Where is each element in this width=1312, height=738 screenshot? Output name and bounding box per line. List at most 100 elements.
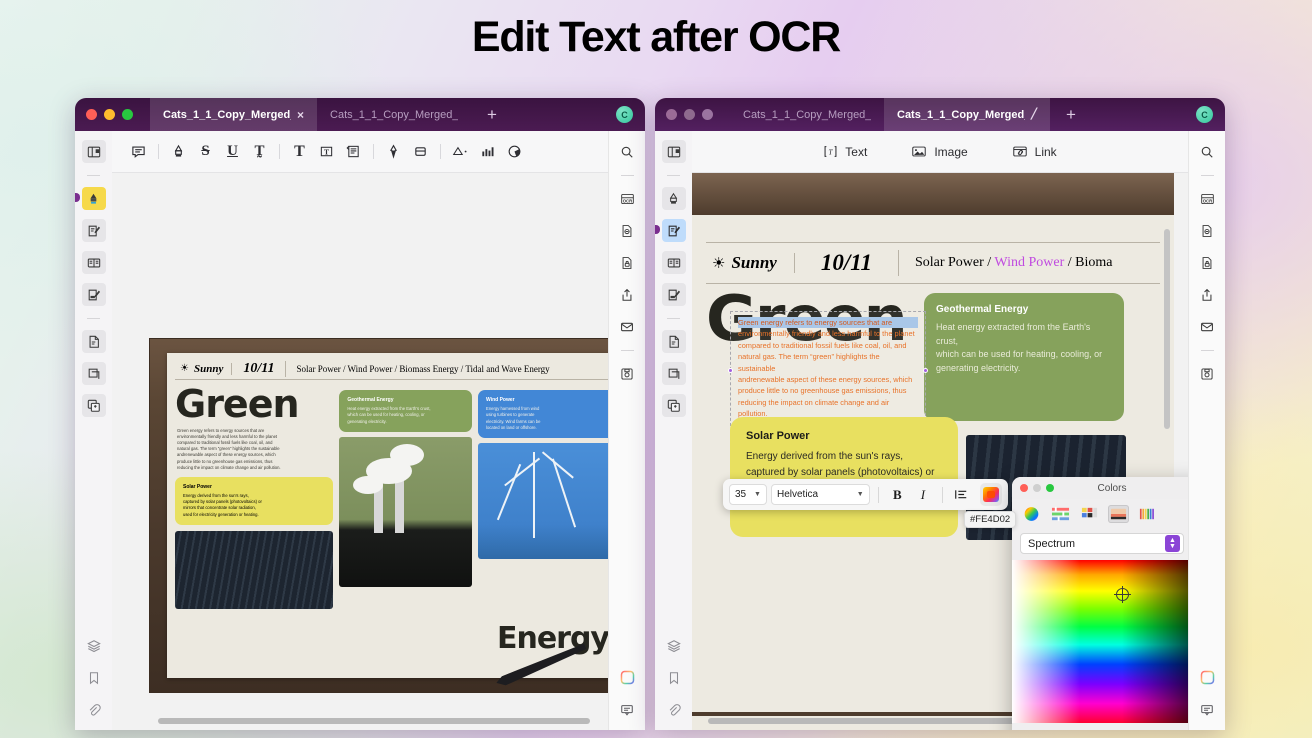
sidebar-item-thumbnail-panel[interactable] — [661, 140, 686, 163]
selected-text-block[interactable]: Green energy refers to energy sources th… — [728, 311, 928, 426]
new-tab-button[interactable]: + — [471, 98, 513, 131]
avatar[interactable]: C — [1196, 106, 1213, 123]
window-controls[interactable] — [75, 109, 133, 120]
card-geothermal-energy[interactable]: Geothermal Energy Heat energy extracted … — [924, 293, 1124, 421]
compress-icon[interactable] — [1195, 219, 1219, 242]
edit-mode-link[interactable]: Link — [1012, 144, 1057, 159]
stepper-icon[interactable]: ▲ ▼ — [1165, 535, 1180, 552]
sidebar-item-layers[interactable] — [82, 634, 106, 657]
tab-document-1[interactable]: Cats_1_1_Copy_Merged_OC × — [150, 98, 318, 131]
font-size-select[interactable]: 35 ▼ — [729, 484, 767, 505]
close-button[interactable] — [666, 109, 677, 120]
pencils-tab[interactable] — [1137, 505, 1158, 523]
comments-panel-icon[interactable] — [1195, 698, 1219, 721]
bold-button[interactable]: B — [886, 484, 908, 506]
sidebar-item-ocr-page[interactable] — [661, 330, 686, 353]
add-text-icon[interactable]: T — [287, 139, 312, 164]
tab-document-2[interactable]: Cats_1_1_Copy_Merged_OC — [317, 98, 471, 131]
sidebar-item-page-view[interactable] — [661, 251, 686, 274]
edit-page-icon — [88, 289, 100, 300]
close-button[interactable] — [86, 109, 97, 120]
sidebar-item-bookmark[interactable] — [82, 666, 106, 689]
edit-mode-image[interactable]: Image — [911, 144, 968, 159]
font-family-select[interactable]: Helvetica ▼ — [770, 484, 870, 505]
save-icon[interactable] — [615, 362, 639, 385]
card-solar-power: Solar Power Energy derived from the sun'… — [175, 476, 334, 525]
color-palettes-tab[interactable] — [1079, 505, 1100, 523]
sidebar-item-crop-page[interactable] — [661, 362, 686, 385]
comment-icon[interactable] — [126, 139, 151, 164]
color-mode-select[interactable]: Spectrum ▲ ▼ — [1020, 533, 1184, 554]
color-wheel-tab[interactable] — [1021, 505, 1042, 523]
shape-icon[interactable] — [448, 139, 473, 164]
ocr-icon[interactable]: OCR — [615, 187, 639, 210]
sidebar-item-crop-page[interactable] — [81, 362, 106, 385]
text-box-icon[interactable]: T — [314, 139, 339, 164]
chart-icon[interactable] — [475, 139, 500, 164]
strikethrough-icon[interactable]: S — [193, 139, 218, 164]
edit-mode-text[interactable]: T Text — [823, 144, 867, 159]
sidebar-item-bookmark[interactable] — [662, 666, 686, 689]
left-document-area[interactable]: ☀ Sunny 10/11 Solar Power / Wind Power /… — [112, 173, 608, 730]
align-left-button[interactable] — [951, 484, 973, 506]
sidebar-item-page-view[interactable] — [81, 251, 106, 274]
compress-icon[interactable] — [615, 219, 639, 242]
document-page[interactable]: ☀ Sunny 10/11 Solar Power / Wind Power /… — [149, 338, 608, 693]
email-icon[interactable] — [615, 315, 639, 338]
sidebar-item-attachment[interactable] — [82, 698, 106, 721]
window-controls[interactable] — [655, 109, 713, 120]
sidebar-item-highlighter[interactable] — [661, 187, 686, 210]
maximize-button[interactable] — [122, 109, 133, 120]
sidebar-item-annotate[interactable] — [81, 219, 106, 242]
ai-assistant-icon[interactable] — [1195, 666, 1219, 689]
tab-document-1[interactable]: Cats_1_1_Copy_Merged_OC — [730, 98, 884, 131]
text-color-button[interactable] — [980, 483, 1002, 506]
horizontal-scrollbar[interactable] — [158, 718, 590, 724]
color-spectrum[interactable] — [1012, 560, 1188, 723]
tab-close-icon[interactable]: × — [297, 109, 304, 121]
save-icon[interactable] — [1195, 362, 1219, 385]
spectrum-cursor[interactable] — [1114, 586, 1131, 603]
sidebar-item-organize-pages[interactable] — [81, 394, 106, 417]
selection-handle-left[interactable] — [728, 368, 733, 374]
highlight-pen-icon[interactable] — [166, 139, 191, 164]
sidebar-item-edit-page[interactable] — [81, 283, 106, 306]
avatar[interactable]: C — [616, 106, 633, 123]
color-sliders-tab[interactable] — [1050, 505, 1071, 523]
sidebar-item-organize-pages[interactable] — [661, 394, 686, 417]
text-squiggly-icon[interactable]: T̰ — [247, 139, 272, 164]
right-document-area[interactable]: ☀ Sunny 10/11 Solar Power / Wind Power /… — [692, 173, 1188, 730]
email-icon[interactable] — [1195, 315, 1219, 338]
sidebar-item-attachment[interactable] — [662, 698, 686, 721]
image-palette-tab[interactable] — [1108, 504, 1129, 523]
pen-icon[interactable] — [381, 139, 406, 164]
search-icon[interactable] — [1195, 140, 1219, 163]
protect-icon[interactable] — [1195, 251, 1219, 274]
italic-button[interactable]: I — [912, 484, 934, 506]
minimize-button[interactable] — [684, 109, 695, 120]
minimize-button[interactable] — [104, 109, 115, 120]
new-tab-button[interactable]: + — [1050, 98, 1092, 131]
sidebar-item-layers[interactable] — [662, 634, 686, 657]
sidebar-item-highlighter[interactable] — [81, 187, 106, 210]
text-note-icon[interactable] — [341, 139, 366, 164]
card-line: generating electricity. — [347, 418, 387, 424]
card-solar-power[interactable]: Solar Power Energy derived from the sun'… — [730, 417, 958, 537]
share-icon[interactable] — [615, 283, 639, 306]
vertical-scrollbar[interactable] — [1164, 229, 1170, 429]
sidebar-item-ocr-page[interactable] — [81, 330, 106, 353]
tab-document-2[interactable]: Cats_1_1_Copy_Merged_OC ╱ — [884, 98, 1051, 131]
stamp-icon[interactable] — [502, 139, 527, 164]
ai-assistant-icon[interactable] — [615, 666, 639, 689]
ocr-icon[interactable]: OCR — [1195, 187, 1219, 210]
sidebar-item-annotate[interactable] — [661, 219, 686, 242]
sidebar-item-thumbnail-panel[interactable] — [81, 140, 106, 163]
share-icon[interactable] — [1195, 283, 1219, 306]
search-icon[interactable] — [615, 140, 639, 163]
maximize-button[interactable] — [702, 109, 713, 120]
comments-panel-icon[interactable] — [615, 698, 639, 721]
eraser-icon[interactable] — [408, 139, 433, 164]
sidebar-item-edit-page[interactable] — [661, 283, 686, 306]
underline-icon[interactable]: U — [220, 139, 245, 164]
protect-icon[interactable] — [615, 251, 639, 274]
